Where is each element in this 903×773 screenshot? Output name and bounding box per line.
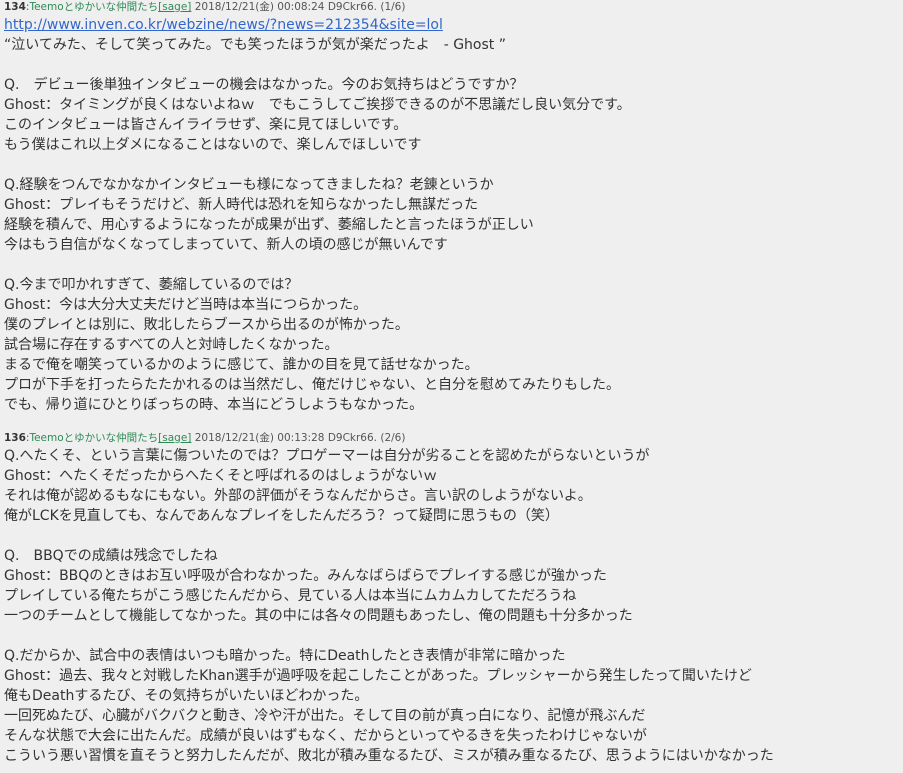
post-line: Q.今まで叩かれすぎて、萎縮しているのでは？ xyxy=(4,277,299,293)
post-line: プレイしている俺たちがこう感じたんだから、見ている人は本当にムカムカしてただろう… xyxy=(4,588,577,604)
post-line: 試合場に存在するすべての人と対峙したくなかった。 xyxy=(4,337,339,353)
post-line: でも、帰り道にひとりぼっちの時、本当にどうしようもなかった。 xyxy=(4,397,424,413)
post-line xyxy=(4,55,903,75)
poster-name: Teemoとゆかいな仲間たち xyxy=(29,1,159,13)
post-line: Q.経験をつんでなかなかインタビューも様になってきましたね？老錬というか xyxy=(4,177,494,193)
post-line: 一つのチームとして機能してなかった。其の中には各々の問題もあったし、俺の問題も十… xyxy=(4,608,633,624)
post-line: まるで俺を嘲笑っているかのように感じて、誰かの目を見て話せなかった。 xyxy=(4,357,479,373)
post-line: Ghost：今は大分大丈夫だけど当時は本当につらかった。 xyxy=(4,297,368,313)
post-line: 経験を積んで、用心するようになったが成果が出ず、萎縮したと言ったほうが正しい xyxy=(4,217,534,233)
post-line: このインタビューは皆さんイライラせず、楽に見てほしいです。 xyxy=(4,117,408,133)
post-line: Ghost：BBQのときはお互い呼吸が合わなかった。みんなばらばらでプレイする感… xyxy=(4,568,607,584)
post-line: こういう悪い習慣を直そうと努力したんだが、敗北が積み重なるたび、ミスが積み重なる… xyxy=(4,748,774,764)
post-line: Ghost：プレイもそうだけど、新人時代は恐れを知らなかったし無謀だった xyxy=(4,197,479,213)
post-body: http://www.inven.co.kr/webzine/news/?new… xyxy=(4,15,903,415)
post-line: 俺がLCKを見直しても、なんであんなプレイをしたんだろう？って疑問に思うもの（笑… xyxy=(4,508,559,524)
post-line: Q. BBQでの成績は残念でしたね xyxy=(4,548,218,564)
post-number[interactable]: 134 xyxy=(4,1,26,13)
post-date: 2018/12/21(金) 00:13:28 xyxy=(194,432,325,444)
article-link[interactable]: http://www.inven.co.kr/webzine/news/?new… xyxy=(4,17,443,33)
thread-page: 134:Teemoとゆかいな仲間たち[sage] 2018/12/21(金) 0… xyxy=(0,0,903,773)
post-header: 134:Teemoとゆかいな仲間たち[sage] 2018/12/21(金) 0… xyxy=(4,1,406,13)
post-date: 2018/12/21(金) 00:08:24 xyxy=(194,1,325,13)
post-line[interactable]: http://www.inven.co.kr/webzine/news/?new… xyxy=(4,15,903,35)
sage-link[interactable]: [sage] xyxy=(158,1,191,13)
post-line: 一回死ぬたび、心臓がバクバクと動き、冷や汗が出た。そして目の前が真っ白になり、記… xyxy=(4,708,646,724)
post-line: 俺もDeathするたび、その気持ちがいたいほどわかった。 xyxy=(4,688,369,704)
post-line xyxy=(4,526,903,546)
post-line xyxy=(4,155,903,175)
post-line: Q. デビュー後単独インタビューの機会はなかった。今のお気持ちはどうですか？ xyxy=(4,77,524,93)
poster-id[interactable]: D9Ckr66. xyxy=(328,432,377,444)
post-part: (1/6) xyxy=(380,1,406,13)
post-line: 今はもう自信がなくなってしまっていて、新人の頃の感じが無いんです xyxy=(4,237,448,253)
post-line: プロが下手を打ったらたたかれるのは当然だし、俺だけじゃない、と自分を慰めてみたり… xyxy=(4,377,620,393)
post-line: Ghost：へたくそだったからへたくそと呼ばれるのはしょうがないｗ xyxy=(4,468,438,484)
post-line: Ghost：タイミングが良くはないよねｗ でもこうしてご挨拶できるのが不思議だし… xyxy=(4,97,631,113)
post-line: もう僕はこれ以上ダメになることはないので、楽しんでほしいです xyxy=(4,137,422,153)
post-number[interactable]: 136 xyxy=(4,432,26,444)
post-line xyxy=(4,626,903,646)
post-134: 134:Teemoとゆかいな仲間たち[sage] 2018/12/21(金) 0… xyxy=(0,0,903,426)
post-line: Q.へたくそ、という言葉に傷ついたのでは？プロゲーマーは自分が劣ることを認めたが… xyxy=(4,448,650,464)
post-line: Q.だからか、試合中の表情はいつも暗かった。特にDeathしたとき表情が非常に暗… xyxy=(4,648,566,664)
poster-name: Teemoとゆかいな仲間たち xyxy=(29,432,159,444)
post-136: 136:Teemoとゆかいな仲間たち[sage] 2018/12/21(金) 0… xyxy=(0,431,903,773)
poster-id[interactable]: D9Ckr66. xyxy=(328,1,377,13)
post-line: “泣いてみた、そして笑ってみた。でも笑ったほうが気が楽だったよ - Ghost … xyxy=(4,37,506,53)
post-line xyxy=(4,255,903,275)
post-line: Ghost：過去、我々と対戦したKhan選手が過呼吸を起こしたことがあった。プレ… xyxy=(4,668,752,684)
post-header: 136:Teemoとゆかいな仲間たち[sage] 2018/12/21(金) 0… xyxy=(4,432,406,444)
post-part: (2/6) xyxy=(380,432,406,444)
post-body: Q.へたくそ、という言葉に傷ついたのでは？プロゲーマーは自分が劣ることを認めたが… xyxy=(4,446,903,766)
post-line: 僕のプレイとは別に、敗北したらブースから出るのが怖かった。 xyxy=(4,317,409,333)
sage-link[interactable]: [sage] xyxy=(158,432,191,444)
post-line: それは俺が認めるもなにもない。外部の評価がそうなんだからさ。言い訳のしようがない… xyxy=(4,488,592,504)
post-line: そんな状態で大会に出たんだ。成績が良いはずもなく、だからといってやるきを失ったわ… xyxy=(4,728,647,744)
